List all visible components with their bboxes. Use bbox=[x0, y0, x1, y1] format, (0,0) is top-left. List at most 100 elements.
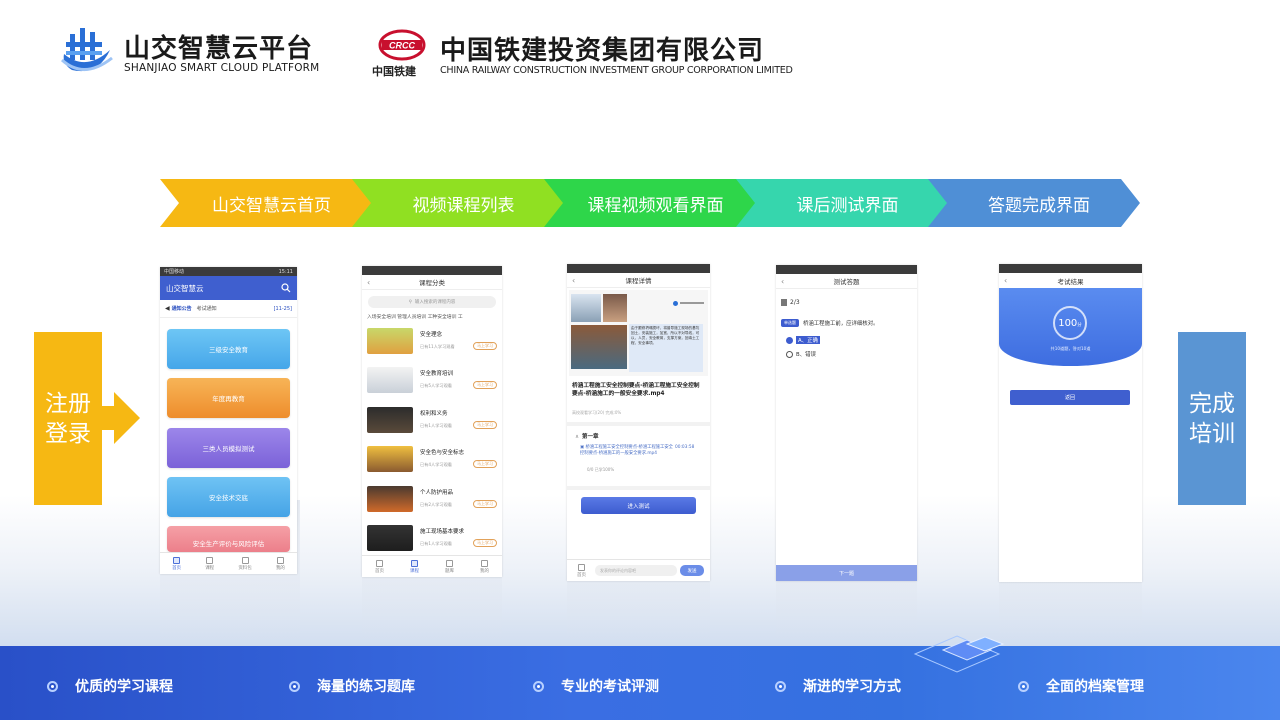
learn-button[interactable]: 马上学习 bbox=[473, 381, 497, 389]
crcc-emblem-icon: CRCC bbox=[378, 29, 426, 61]
notice-bar[interactable]: ◀ 通知公告 考试通知 [11-25] bbox=[160, 300, 297, 318]
step-label: 视频课程列表 bbox=[412, 195, 515, 216]
step-4: 课后测试界面 bbox=[736, 179, 949, 227]
bullet-icon bbox=[775, 680, 786, 692]
lesson-item[interactable]: ▣ 桥涵工程施工安全控制要点-桥涵工程施工安全控制要点-桥涵施工的一般安全要求.… bbox=[580, 445, 676, 456]
screen-header: ‹ 课程分类 bbox=[362, 275, 502, 290]
score-circle: 100 分 bbox=[1053, 306, 1087, 340]
course-button-mock-test[interactable]: 三类人员模拟测试 bbox=[167, 428, 290, 468]
option-label: B、错误 bbox=[796, 352, 816, 358]
home-icon bbox=[578, 564, 585, 571]
course-item[interactable]: 权利和义务 已有1人学习观看 马上学习 bbox=[367, 407, 497, 441]
course-button-annual[interactable]: 年度再教育 bbox=[167, 378, 290, 418]
result-summary: 共10道题，答对10道 bbox=[1050, 346, 1091, 351]
isometric-decoration bbox=[913, 635, 1005, 673]
option-b[interactable]: B、错误 bbox=[786, 350, 816, 358]
course-item[interactable]: 安全理念 已有11人学习观看 马上学习 bbox=[367, 328, 497, 362]
tab-questions[interactable]: 题库 bbox=[445, 559, 454, 574]
option-label: A、正确 bbox=[796, 336, 820, 344]
search-icon[interactable] bbox=[281, 283, 291, 293]
feature-item: 渐进的学习方式 bbox=[775, 676, 901, 696]
bullet-icon bbox=[289, 680, 300, 692]
course-meta: 高校观看学习(20) 完成:0% bbox=[572, 410, 622, 415]
learn-button[interactable]: 马上学习 bbox=[473, 421, 497, 429]
send-button[interactable]: 发送 bbox=[680, 565, 704, 576]
tab-home[interactable]: 首页 bbox=[172, 556, 181, 571]
feature-label: 渐进的学习方式 bbox=[803, 679, 901, 695]
feature-item: 优质的学习课程 bbox=[47, 676, 173, 696]
course-thumbnail bbox=[367, 525, 413, 551]
course-button-risk[interactable]: 安全生产评价与风险评估 bbox=[167, 526, 290, 552]
course-name: 个人防护用品 bbox=[420, 490, 454, 496]
lesson-name: 桥涵工程施工安全控制要点-桥涵工程施工安全控制要点-桥涵施工的一般安全要求.mp… bbox=[580, 445, 673, 456]
status-carrier: 中国移动 bbox=[164, 269, 185, 275]
feature-item: 海量的练习题库 bbox=[289, 676, 415, 696]
status-bar bbox=[999, 264, 1142, 273]
step-5: 答题完成界面 bbox=[928, 179, 1140, 227]
course-meta: 已有11人学习观看 bbox=[420, 344, 455, 349]
back-icon[interactable]: ‹ bbox=[1004, 276, 1007, 285]
return-button[interactable]: 返回 bbox=[1010, 390, 1130, 405]
screen-header: ‹ 课程详情 bbox=[567, 273, 710, 288]
speaker-icon: ◀ bbox=[165, 305, 170, 312]
score-value: 100 bbox=[1058, 317, 1078, 329]
radio-unchecked[interactable] bbox=[786, 350, 793, 358]
feature-label: 海量的练习题库 bbox=[317, 679, 415, 695]
course-name: 安全教育培训 bbox=[420, 371, 454, 377]
status-bar bbox=[776, 265, 917, 274]
back-icon[interactable]: ‹ bbox=[572, 276, 575, 285]
course-item[interactable]: 个人防护用品 已有2人学习观看 马上学习 bbox=[367, 486, 497, 520]
course-button-level3[interactable]: 三级安全教育 bbox=[167, 329, 290, 369]
tab-mine[interactable]: 我的 bbox=[276, 556, 285, 571]
course-thumbnail bbox=[367, 486, 413, 512]
comment-input[interactable]: 发表你的评论内容吧 bbox=[595, 565, 677, 576]
next-question-button[interactable]: 下一题 bbox=[776, 565, 917, 581]
back-icon[interactable]: ‹ bbox=[367, 278, 370, 287]
home-icon bbox=[173, 556, 181, 564]
progress-text: 2/3 bbox=[790, 299, 800, 306]
tab-materials[interactable]: 资料包 bbox=[238, 556, 252, 571]
course-thumbnail bbox=[367, 367, 413, 393]
video-player[interactable]: 由于跟修坍塌损坏，将普导施工现场的基坑回土，安装施工，加宽，所以不对导线，可以，… bbox=[569, 290, 708, 376]
screen-title: 考试结果 bbox=[1057, 277, 1084, 286]
course-item[interactable]: 安全教育培训 已有5人学习观看 马上学习 bbox=[367, 367, 497, 401]
phone-test-screen: ‹ 测试答题 2/3 单选题 桥涵工程施工前，应详细核对。 A、正确 B、错误 下一… bbox=[776, 265, 917, 581]
learn-button[interactable]: 马上学习 bbox=[473, 500, 497, 508]
app-title: 山交智慧云 bbox=[166, 283, 204, 293]
tab-label: 资料包 bbox=[238, 565, 252, 571]
tab-label: 首页 bbox=[375, 568, 384, 574]
back-icon[interactable]: ‹ bbox=[781, 277, 784, 286]
tab-course[interactable]: 课程 bbox=[410, 559, 419, 574]
option-a[interactable]: A、正确 bbox=[786, 336, 820, 344]
course-name: 施工现场基本要求 bbox=[420, 529, 465, 535]
enter-test-button[interactable]: 进入测试 bbox=[581, 497, 696, 514]
result-banner: 100 分 共10道题，答对10道 bbox=[999, 288, 1142, 366]
screen-title: 课程详情 bbox=[625, 277, 652, 285]
tab-mine[interactable]: 我的 bbox=[480, 559, 489, 574]
course-button-tech-briefing[interactable]: 安全技术交底 bbox=[167, 477, 290, 517]
course-meta: 已有4人学习观看 bbox=[420, 462, 452, 467]
status-bar: 中国移动 15:11 bbox=[160, 267, 297, 276]
chapter-title: ∧ 第一章 bbox=[575, 434, 599, 440]
tab-home[interactable]: 首页 bbox=[375, 559, 384, 574]
radio-checked[interactable] bbox=[786, 336, 793, 344]
bullet-icon bbox=[47, 680, 58, 692]
step-2: 视频课程列表 bbox=[352, 179, 565, 227]
screen-title: 测试答题 bbox=[833, 278, 860, 286]
course-item[interactable]: 施工现场基本要求 已有1人学习观看 马上学习 bbox=[367, 525, 497, 559]
course-item[interactable]: 安全色与安全标志 已有4人学习观看 马上学习 bbox=[367, 446, 497, 480]
search-input[interactable]: ⚲ 输入搜索的课程内容 bbox=[368, 296, 496, 308]
notice-date: [11-25] bbox=[273, 305, 292, 312]
tab-course[interactable]: 课程 bbox=[205, 556, 214, 571]
slide: 山交智慧云平台 SHANJIAO SMART CLOUD PLATFORM CR… bbox=[0, 0, 1280, 720]
step-label: 山交智慧云首页 bbox=[212, 195, 331, 216]
learn-button[interactable]: 马上学习 bbox=[473, 539, 497, 547]
learn-button[interactable]: 马上学习 bbox=[473, 342, 497, 350]
category-filters[interactable]: 入场安全培训 管理人员培训 工种安全培训 工 bbox=[362, 313, 502, 320]
video-frame-image bbox=[571, 325, 627, 369]
status-bar bbox=[567, 264, 710, 273]
register-login-text: 注册 登录 bbox=[45, 390, 91, 447]
tab-home[interactable]: 首页 bbox=[577, 564, 586, 578]
learn-button[interactable]: 马上学习 bbox=[473, 460, 497, 468]
app-header: 山交智慧云 bbox=[160, 276, 297, 300]
